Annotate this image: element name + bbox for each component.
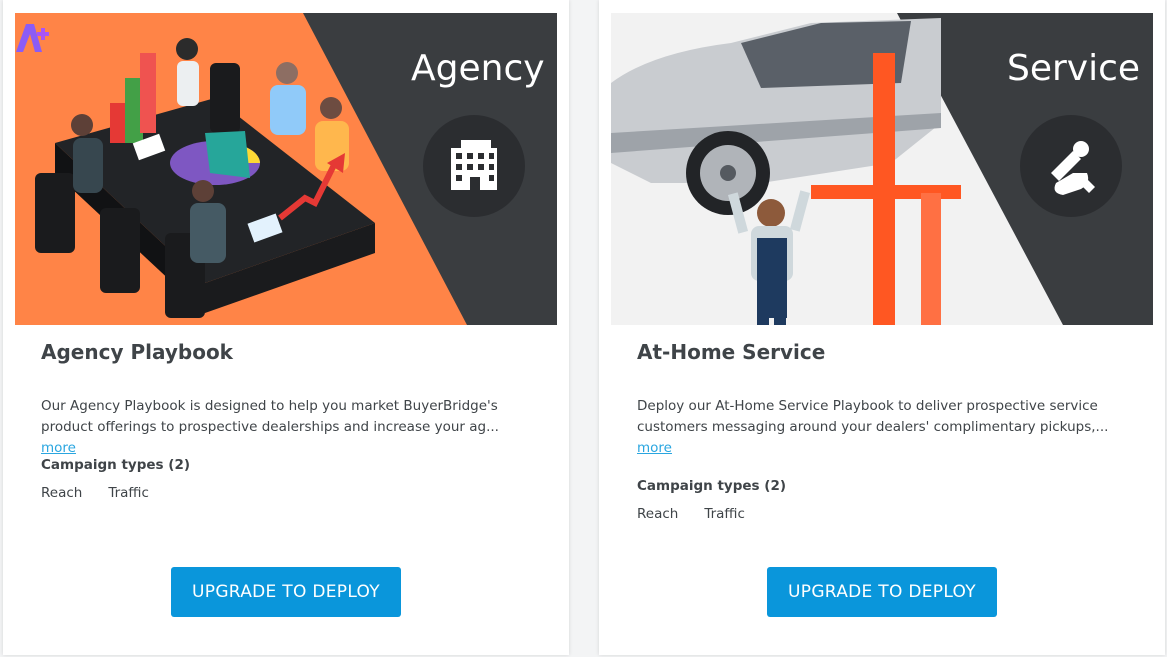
more-link[interactable]: more xyxy=(41,440,76,456)
upgrade-to-deploy-button[interactable]: UPGRADE TO DEPLOY xyxy=(171,567,401,617)
description-text: Deploy our At-Home Service Playbook to d… xyxy=(637,398,1109,435)
upgrade-to-deploy-button[interactable]: UPGRADE TO DEPLOY xyxy=(767,567,997,617)
campaign-type-traffic: Traffic xyxy=(704,506,745,522)
playbook-card-agency: Agency Agency Playbook Our Agency Playbo… xyxy=(3,0,569,655)
card-description: Deploy our At-Home Service Playbook to d… xyxy=(637,396,1127,459)
more-link[interactable]: more xyxy=(637,440,672,456)
card-description: Our Agency Playbook is designed to help … xyxy=(41,396,531,459)
campaign-type-reach: Reach xyxy=(637,506,679,522)
card-title: At-Home Service xyxy=(637,340,826,364)
a-plus-icon xyxy=(13,20,51,56)
campaign-types-label: Campaign types (2) xyxy=(41,457,191,473)
campaign-type-traffic: Traffic xyxy=(108,485,149,501)
playbook-card-service: Service At-Home Service Deploy our At-Ho… xyxy=(599,0,1165,655)
description-text: Our Agency Playbook is designed to help … xyxy=(41,398,499,435)
campaign-types-label: Campaign types (2) xyxy=(637,478,787,494)
campaign-types-list: Reach Traffic xyxy=(637,506,745,522)
campaign-types-list: Reach Traffic xyxy=(41,485,149,501)
card-title: Agency Playbook xyxy=(41,340,233,364)
campaign-type-reach: Reach xyxy=(41,485,83,501)
hero-label-service: Service xyxy=(1007,48,1141,89)
hero-label-agency: Agency xyxy=(411,48,545,89)
